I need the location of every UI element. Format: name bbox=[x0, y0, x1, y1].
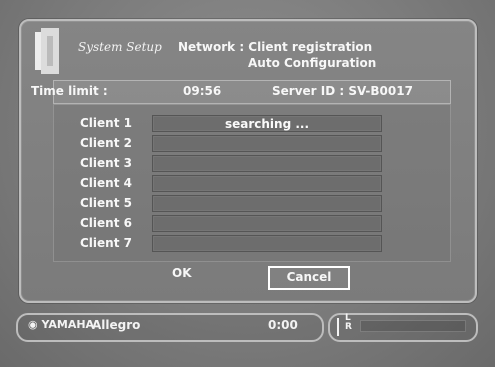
client-label: Client 1 bbox=[80, 116, 132, 130]
cancel-button-label: Cancel bbox=[286, 270, 332, 284]
ok-button[interactable]: OK bbox=[172, 266, 212, 286]
client-row: Client 5 bbox=[80, 195, 410, 212]
client-field: searching ... bbox=[152, 115, 382, 132]
client-label: Client 3 bbox=[80, 156, 132, 170]
cancel-button[interactable]: Cancel bbox=[268, 266, 350, 290]
playback-time: 0:00 bbox=[268, 318, 298, 332]
yamaha-logo-text: YAMAHA bbox=[41, 318, 95, 331]
yamaha-logo-icon: ◉ bbox=[28, 318, 38, 331]
client-field bbox=[152, 195, 382, 212]
network-heading: Network : Client registration bbox=[178, 40, 373, 54]
client-field bbox=[152, 215, 382, 232]
client-status: searching ... bbox=[224, 117, 310, 131]
door-icon-svg bbox=[35, 28, 59, 74]
lr-label-line: R bbox=[345, 322, 352, 332]
client-label: Client 5 bbox=[80, 196, 132, 210]
client-field bbox=[152, 235, 382, 252]
time-limit-label: Time limit : bbox=[31, 84, 108, 98]
client-row: Client 2 bbox=[80, 135, 410, 152]
client-field bbox=[152, 135, 382, 152]
client-row: Client 1 searching ... bbox=[80, 115, 410, 132]
system-setup-title: System Setup bbox=[78, 40, 162, 54]
ok-button-label: OK bbox=[172, 266, 192, 280]
client-label: Client 6 bbox=[80, 216, 132, 230]
client-row: Client 7 bbox=[80, 235, 410, 252]
time-limit-value: 09:56 bbox=[183, 84, 222, 98]
track-title: Allegro bbox=[92, 318, 141, 332]
level-meter bbox=[360, 320, 466, 332]
clients-list: Client 1 searching ... Client 2 Client 3… bbox=[53, 104, 451, 262]
auto-configuration-subtitle: Auto Configuration bbox=[248, 56, 377, 70]
door-icon bbox=[31, 26, 71, 82]
server-id-label: Server ID : SV-B0017 bbox=[272, 84, 413, 98]
client-row: Client 6 bbox=[80, 215, 410, 232]
yamaha-logo: ◉ YAMAHA bbox=[28, 318, 94, 331]
client-field bbox=[152, 155, 382, 172]
client-label: Client 4 bbox=[80, 176, 132, 190]
client-label: Client 7 bbox=[80, 236, 132, 250]
client-row: Client 3 bbox=[80, 155, 410, 172]
lr-label: L R bbox=[345, 314, 352, 332]
client-field bbox=[152, 175, 382, 192]
client-label: Client 2 bbox=[80, 136, 132, 150]
client-row: Client 4 bbox=[80, 175, 410, 192]
